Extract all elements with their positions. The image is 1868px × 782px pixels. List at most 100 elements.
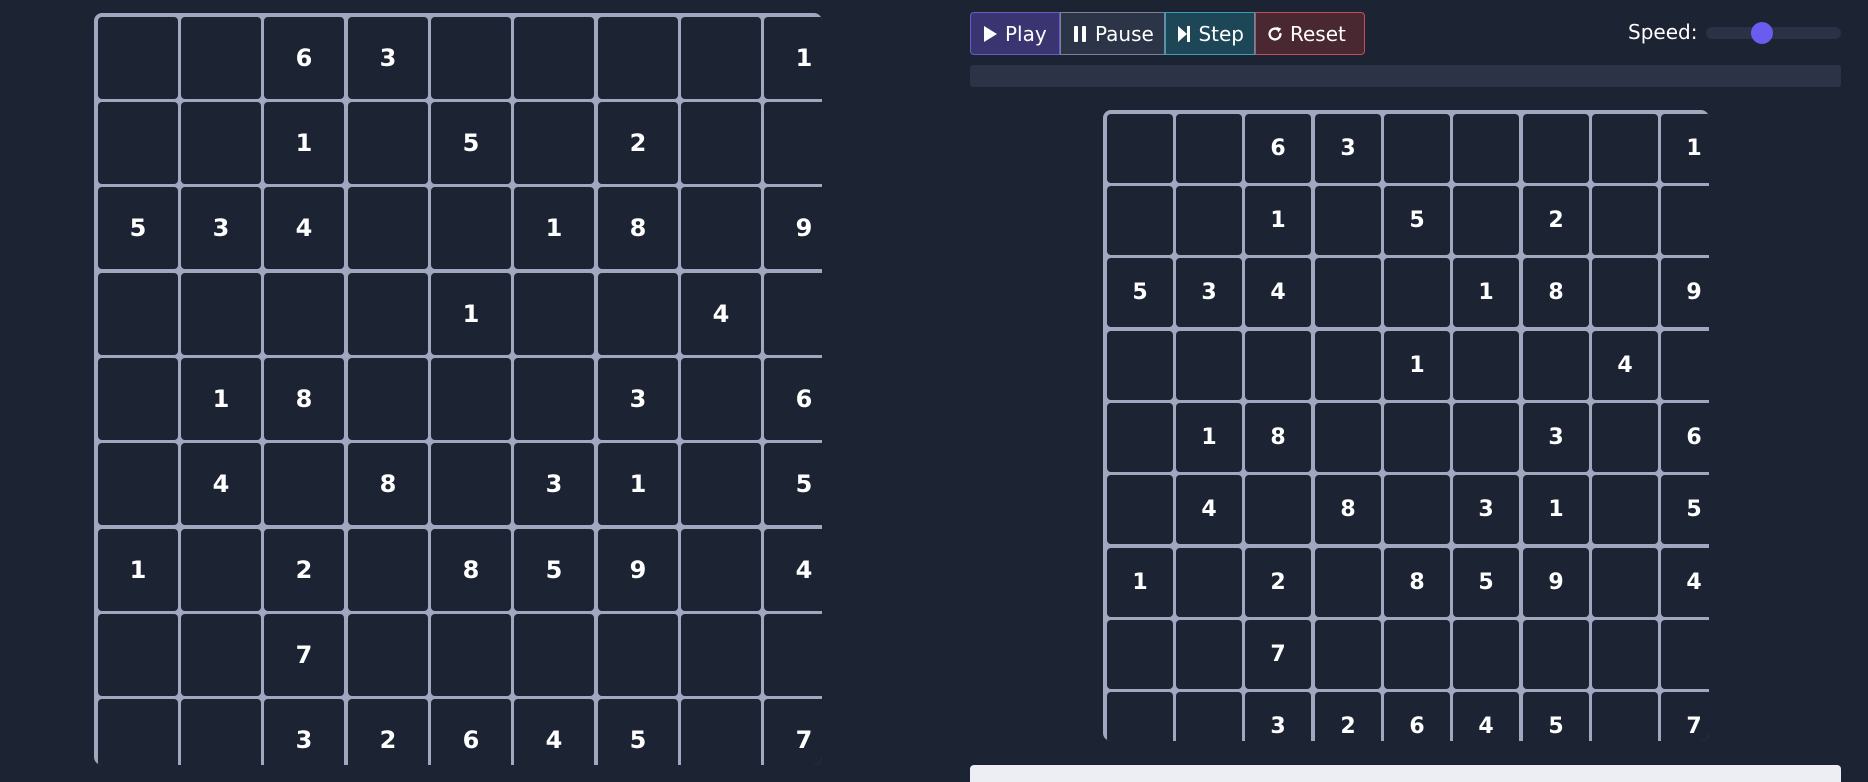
sudoku-cell[interactable]: 7 <box>764 699 822 765</box>
sudoku-cell[interactable] <box>1523 331 1589 400</box>
sudoku-cell[interactable] <box>1592 114 1658 183</box>
sudoku-cell[interactable] <box>348 187 428 269</box>
sudoku-cell[interactable]: 6 <box>264 17 344 99</box>
sudoku-cell[interactable]: 3 <box>1315 114 1381 183</box>
sudoku-cell[interactable]: 2 <box>1523 186 1589 255</box>
sudoku-cell[interactable]: 1 <box>1453 258 1519 327</box>
sudoku-cell[interactable] <box>98 443 178 525</box>
sudoku-cell[interactable]: 2 <box>598 102 678 184</box>
sudoku-cell[interactable] <box>1107 692 1173 741</box>
sudoku-cell[interactable]: 3 <box>1523 403 1589 472</box>
sudoku-cell[interactable] <box>1315 186 1381 255</box>
sudoku-cell[interactable]: 5 <box>431 102 511 184</box>
sudoku-cell[interactable] <box>764 614 822 696</box>
sudoku-cell[interactable]: 5 <box>514 529 594 611</box>
sudoku-cell[interactable]: 1 <box>1384 331 1450 400</box>
sudoku-cell[interactable] <box>98 17 178 99</box>
sudoku-cell[interactable]: 8 <box>431 529 511 611</box>
sudoku-cell[interactable]: 3 <box>1453 475 1519 544</box>
sudoku-cell[interactable] <box>514 614 594 696</box>
sudoku-cell[interactable]: 1 <box>514 187 594 269</box>
sudoku-cell[interactable] <box>181 699 261 765</box>
sudoku-cell[interactable]: 5 <box>98 187 178 269</box>
sudoku-cell[interactable] <box>1384 475 1450 544</box>
sudoku-cell[interactable] <box>348 529 428 611</box>
sudoku-cell[interactable] <box>1661 186 1709 255</box>
sudoku-cell[interactable] <box>431 17 511 99</box>
step-button[interactable]: Step <box>1165 12 1255 55</box>
sudoku-cell[interactable]: 4 <box>764 529 822 611</box>
sudoku-cell[interactable]: 4 <box>681 273 761 355</box>
sudoku-cell[interactable] <box>514 17 594 99</box>
sudoku-cell[interactable] <box>681 443 761 525</box>
reset-button[interactable]: Reset <box>1255 12 1365 55</box>
sudoku-cell[interactable]: 3 <box>598 358 678 440</box>
sudoku-cell[interactable]: 1 <box>598 443 678 525</box>
sudoku-cell[interactable] <box>264 443 344 525</box>
sudoku-cell[interactable] <box>431 187 511 269</box>
sudoku-cell[interactable]: 6 <box>1661 403 1709 472</box>
sudoku-cell[interactable] <box>1176 114 1242 183</box>
sudoku-cell[interactable] <box>514 102 594 184</box>
sudoku-cell[interactable]: 5 <box>1384 186 1450 255</box>
sudoku-cell[interactable] <box>348 273 428 355</box>
sudoku-cell[interactable] <box>1315 258 1381 327</box>
sudoku-cell[interactable] <box>98 102 178 184</box>
sudoku-cell[interactable] <box>181 529 261 611</box>
sudoku-cell[interactable] <box>1107 114 1173 183</box>
sudoku-cell[interactable]: 3 <box>1176 258 1242 327</box>
sudoku-cell[interactable] <box>1245 331 1311 400</box>
sudoku-cell[interactable]: 6 <box>764 358 822 440</box>
sudoku-cell[interactable] <box>431 443 511 525</box>
sudoku-cell[interactable] <box>681 17 761 99</box>
sudoku-cell[interactable]: 5 <box>764 443 822 525</box>
sudoku-cell[interactable] <box>1176 331 1242 400</box>
sudoku-cell[interactable]: 2 <box>348 699 428 765</box>
sudoku-cell[interactable] <box>1523 620 1589 689</box>
sudoku-cell[interactable] <box>1453 620 1519 689</box>
sudoku-cell[interactable]: 1 <box>1107 548 1173 617</box>
sudoku-cell[interactable]: 2 <box>1245 548 1311 617</box>
sudoku-cell[interactable] <box>681 358 761 440</box>
sudoku-cell[interactable]: 9 <box>598 529 678 611</box>
sudoku-cell[interactable]: 1 <box>1661 114 1709 183</box>
sudoku-cell[interactable]: 3 <box>181 187 261 269</box>
sudoku-cell[interactable] <box>1453 114 1519 183</box>
sudoku-cell[interactable]: 3 <box>348 17 428 99</box>
sudoku-cell[interactable]: 4 <box>1245 258 1311 327</box>
sudoku-cell[interactable] <box>1315 403 1381 472</box>
sudoku-cell[interactable] <box>181 614 261 696</box>
sudoku-cell[interactable] <box>1592 403 1658 472</box>
sudoku-cell[interactable]: 2 <box>1315 692 1381 741</box>
sudoku-cell[interactable]: 3 <box>514 443 594 525</box>
sudoku-cell[interactable] <box>431 358 511 440</box>
sudoku-cell[interactable]: 1 <box>1176 403 1242 472</box>
sudoku-cell[interactable]: 5 <box>1107 258 1173 327</box>
sudoku-cell[interactable] <box>764 273 822 355</box>
sudoku-cell[interactable]: 8 <box>1523 258 1589 327</box>
sudoku-cell[interactable]: 7 <box>1661 692 1709 741</box>
sudoku-cell[interactable]: 1 <box>431 273 511 355</box>
speed-slider-thumb[interactable] <box>1751 22 1773 44</box>
sudoku-cell[interactable] <box>764 102 822 184</box>
sudoku-cell[interactable] <box>1245 475 1311 544</box>
sudoku-cell[interactable] <box>1453 331 1519 400</box>
sudoku-cell[interactable] <box>1384 620 1450 689</box>
sudoku-cell[interactable] <box>598 273 678 355</box>
sudoku-cell[interactable]: 4 <box>1453 692 1519 741</box>
sudoku-cell[interactable] <box>1107 403 1173 472</box>
pause-button[interactable]: Pause <box>1060 12 1165 55</box>
sudoku-cell[interactable]: 9 <box>1523 548 1589 617</box>
sudoku-cell[interactable] <box>1176 692 1242 741</box>
sudoku-cell[interactable]: 8 <box>1245 403 1311 472</box>
sudoku-cell[interactable] <box>1384 258 1450 327</box>
sudoku-cell[interactable] <box>181 273 261 355</box>
sudoku-cell[interactable] <box>98 699 178 765</box>
sudoku-cell[interactable] <box>1384 114 1450 183</box>
sudoku-cell[interactable]: 5 <box>1453 548 1519 617</box>
sudoku-cell[interactable]: 8 <box>598 187 678 269</box>
sudoku-cell[interactable]: 2 <box>264 529 344 611</box>
sudoku-cell[interactable]: 1 <box>764 17 822 99</box>
sudoku-cell[interactable] <box>348 358 428 440</box>
sudoku-cell[interactable] <box>1176 186 1242 255</box>
